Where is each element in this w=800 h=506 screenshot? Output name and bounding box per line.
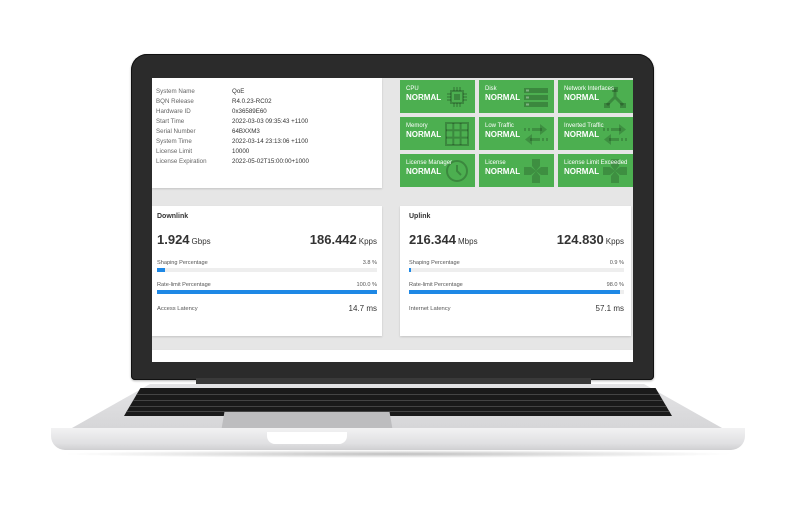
system-info-value: 0x36589E60 bbox=[232, 107, 267, 115]
downlink-ratelimit-value: 100.0 % bbox=[356, 282, 377, 288]
tile-label: License bbox=[485, 160, 506, 166]
tile-label: Network Interfaces bbox=[564, 86, 615, 92]
uplink-title: Uplink bbox=[409, 213, 431, 220]
laptop-shadow bbox=[60, 450, 736, 458]
system-info-row: System Time 2022-03-14 23:13:06 +1100 bbox=[156, 136, 378, 146]
system-info-value: QoE bbox=[232, 87, 245, 95]
laptop-front-edge bbox=[51, 428, 745, 450]
downlink-title: Downlink bbox=[157, 213, 189, 220]
uplink-ratelimit-value: 98.0 % bbox=[606, 282, 624, 288]
system-info-row: License Expiration 2022-05-02T15:00:00+10… bbox=[156, 156, 378, 166]
status-tile-cpu[interactable]: CPU NORMAL bbox=[400, 80, 475, 113]
key-row bbox=[124, 400, 672, 401]
status-tile-network-interfaces[interactable]: Network Interfaces NORMAL bbox=[558, 80, 633, 113]
system-info-value: 2022-05-02T15:00:00+1000 bbox=[232, 157, 309, 165]
tile-label: Disk bbox=[485, 86, 497, 92]
uplink-ratelimit-bar-fill bbox=[409, 290, 620, 294]
downlink-throughput: 1.924 bbox=[157, 232, 190, 247]
tile-status: NORMAL bbox=[564, 167, 600, 176]
system-info-row: Start Time 2022-03-03 09:35:43 +1100 bbox=[156, 116, 378, 126]
tile-label: Low Traffic bbox=[485, 123, 514, 129]
tile-label: Memory bbox=[406, 123, 428, 129]
downlink-shaping-bar bbox=[157, 268, 377, 272]
downlink-shaping-value: 3.8 % bbox=[362, 260, 377, 266]
downlink-shaping-label: Shaping Percentage bbox=[157, 260, 208, 266]
uplink-latency-label: Internet Latency bbox=[409, 305, 451, 312]
downlink-ratelimit-label: Rate-limit Percentage bbox=[157, 282, 211, 288]
uplink-packets-unit: Kpps bbox=[605, 237, 624, 246]
uplink-latency-value: 57.1 ms bbox=[595, 304, 624, 313]
system-info-label: Start Time bbox=[156, 117, 185, 125]
key-row bbox=[124, 411, 672, 412]
system-info-value: 64BXXM3 bbox=[232, 127, 260, 135]
tile-status: NORMAL bbox=[485, 130, 521, 139]
status-tile-disk[interactable]: Disk NORMAL bbox=[479, 80, 554, 113]
laptop-notch bbox=[267, 432, 347, 444]
status-tile-license[interactable]: License NORMAL bbox=[479, 154, 554, 187]
uplink-throughput-unit: Mbps bbox=[458, 237, 478, 246]
system-info-label: Serial Number bbox=[156, 127, 196, 135]
uplink-shaping-value: 0.9 % bbox=[609, 260, 624, 266]
tile-status: NORMAL bbox=[564, 130, 600, 139]
system-info-row: Hardware ID 0x36589E60 bbox=[156, 106, 378, 116]
downlink-shaping-bar-fill bbox=[157, 268, 166, 272]
uplink-shaping-bar-fill bbox=[409, 268, 411, 272]
tile-status: NORMAL bbox=[406, 130, 442, 139]
bottom-panel bbox=[152, 350, 633, 362]
system-info-value: 2022-03-14 23:13:06 +1100 bbox=[232, 137, 309, 145]
uplink-packets: 124.830 bbox=[556, 232, 604, 247]
key-row bbox=[124, 406, 672, 407]
uplink-ratelimit-bar bbox=[409, 290, 624, 294]
system-info-label: System Time bbox=[156, 137, 192, 145]
tile-status: NORMAL bbox=[485, 93, 521, 102]
tile-label: Inverted Traffic bbox=[564, 123, 604, 129]
downlink-latency-label: Access Latency bbox=[157, 305, 198, 312]
system-info-value: 10000 bbox=[232, 147, 250, 155]
system-info-row: BQN Release R4.0.23-RC02 bbox=[156, 96, 378, 106]
uplink-card: Uplink 216.344 Mbps 124.830 Kpps Shaping P… bbox=[400, 206, 631, 336]
system-info-label: Hardware ID bbox=[156, 107, 191, 115]
status-tile-memory[interactable]: Memory NORMAL bbox=[400, 117, 475, 150]
tile-status: NORMAL bbox=[564, 93, 600, 102]
downlink-latency-value: 14.7 ms bbox=[348, 304, 377, 313]
tile-status: NORMAL bbox=[406, 93, 442, 102]
system-info-row: Serial Number 64BXXM3 bbox=[156, 126, 378, 136]
tile-label: License Manager bbox=[406, 160, 453, 166]
laptop-keyboard bbox=[124, 388, 672, 416]
uplink-ratelimit-label: Rate-limit Percentage bbox=[409, 282, 463, 288]
tile-label: CPU bbox=[406, 86, 419, 92]
system-info-label: System Name bbox=[156, 87, 195, 95]
status-tile-low-traffic[interactable]: Low Traffic NORMAL bbox=[479, 117, 554, 150]
downlink-ratelimit-bar-fill bbox=[157, 290, 377, 294]
system-info-label: License Limit bbox=[156, 147, 193, 155]
status-tile-license-limit-exceeded[interactable]: License Limit Exceeded NORMAL bbox=[558, 154, 633, 187]
tile-label: License Limit Exceeded bbox=[564, 160, 628, 166]
system-info-row: License Limit 10000 bbox=[156, 146, 378, 156]
status-tile-license-manager[interactable]: License Manager NORMAL bbox=[400, 154, 475, 187]
system-info-value: 2022-03-03 09:35:43 +1100 bbox=[232, 117, 309, 125]
system-info-label: License Expiration bbox=[156, 157, 207, 165]
uplink-throughput: 216.344 bbox=[409, 232, 456, 247]
tile-status: NORMAL bbox=[485, 167, 521, 176]
downlink-ratelimit-bar bbox=[157, 290, 377, 294]
system-info-label: BQN Release bbox=[156, 97, 194, 105]
downlink-throughput-unit: Gbps bbox=[191, 237, 211, 246]
downlink-packets: 186.442 bbox=[309, 232, 357, 247]
downlink-card: Downlink 1.924 Gbps 186.442 Kpps Shaping P… bbox=[152, 206, 382, 336]
uplink-shaping-bar bbox=[409, 268, 624, 272]
downlink-packets-unit: Kpps bbox=[358, 237, 377, 246]
status-tile-inverted-traffic[interactable]: Inverted Traffic NORMAL bbox=[558, 117, 633, 150]
key-row bbox=[124, 394, 672, 395]
system-info-card: System Name QoE BQN Release R4.0.23-RC02 Har… bbox=[152, 78, 382, 188]
system-info-row: System Name QoE bbox=[156, 86, 378, 96]
uplink-shaping-label: Shaping Percentage bbox=[409, 260, 460, 266]
system-info-value: R4.0.23-RC02 bbox=[232, 97, 272, 105]
dashboard-screen: System Name QoE BQN Release R4.0.23-RC02 Har… bbox=[152, 78, 633, 362]
tile-status: NORMAL bbox=[406, 167, 442, 176]
